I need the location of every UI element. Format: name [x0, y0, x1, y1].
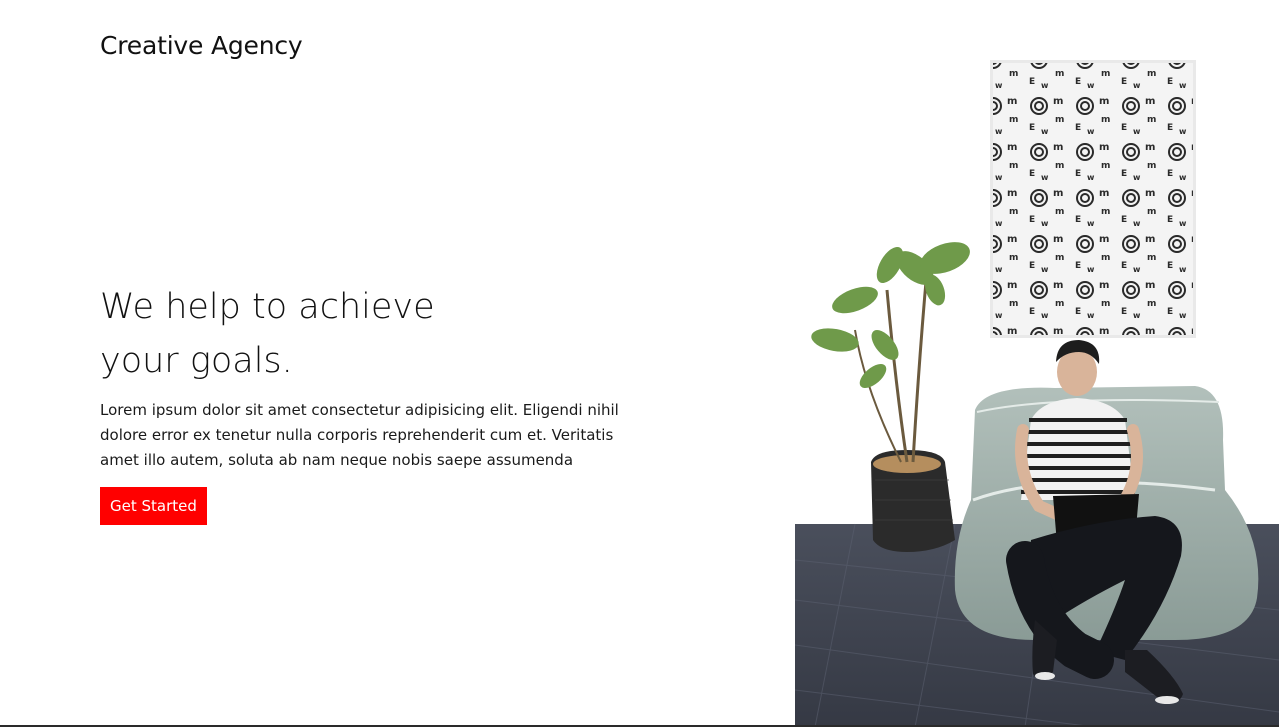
hero-title-line: We help to achieve	[100, 287, 435, 327]
brand-logo[interactable]: Creative Agency	[100, 31, 303, 60]
hero-description-line: dolore error ex tenetur nulla corporis r…	[100, 426, 614, 444]
wall-artwork	[990, 60, 1196, 338]
get-started-button[interactable]: Get Started	[100, 487, 207, 525]
hero-description-line: Lorem ipsum dolor sit amet consectetur a…	[100, 401, 619, 419]
hero-description: Lorem ipsum dolor sit amet consectetur a…	[100, 398, 660, 473]
landing-page: Creative Agency We help to achieve your …	[0, 0, 1279, 727]
hero-description-line: amet illo autem, soluta ab nam neque nob…	[100, 451, 574, 469]
hero-title-line: your goals.	[100, 341, 293, 381]
hero-image: m m E w	[795, 0, 1279, 727]
hero-title: We help to achieve your goals.	[100, 280, 660, 388]
hero-content: We help to achieve your goals. Lorem ips…	[100, 280, 660, 525]
